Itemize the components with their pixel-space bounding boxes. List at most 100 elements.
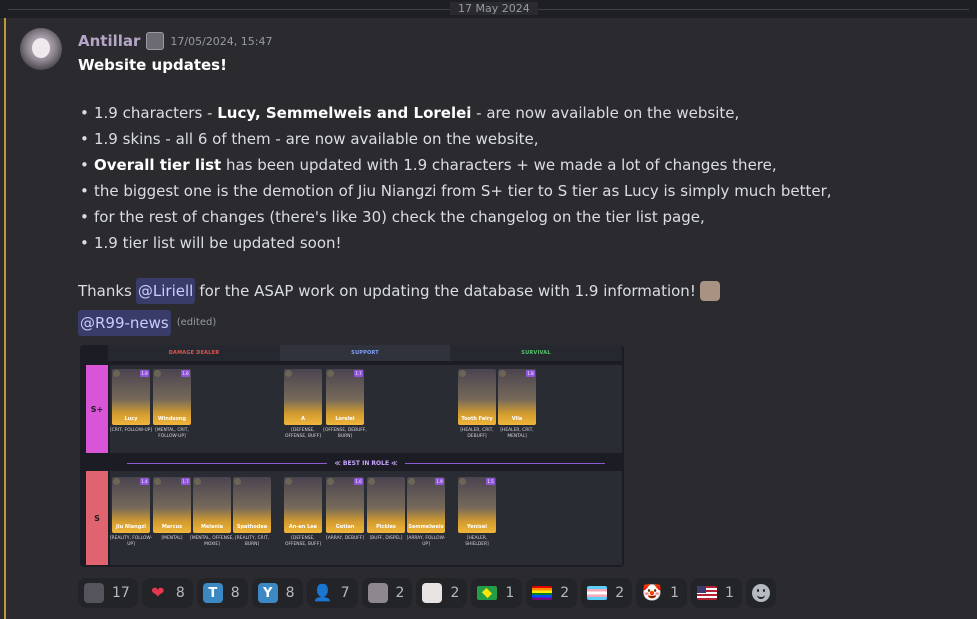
character-name: Tooth Fairy — [461, 416, 493, 422]
character-card: 1.8 Vila [HEALER, CRIT, MENTAL] — [498, 369, 538, 440]
type-icon — [459, 478, 466, 485]
reaction-count: 2 — [560, 585, 570, 601]
header-spacer — [80, 345, 108, 361]
character-card: 1.9 Semmelweis [ARRAY, FOLLOW-UP] — [407, 477, 447, 548]
character-portrait: 1.7 Marcus — [153, 477, 191, 533]
list-item: the biggest one is the demotion of Jiu N… — [78, 178, 958, 204]
reaction-button[interactable]: 2 — [361, 578, 413, 608]
avatar-face — [32, 38, 50, 58]
reaction-button[interactable]: 1 — [691, 578, 742, 608]
custom-emote-icon — [84, 583, 104, 603]
character-portrait: 1.6 Windsong — [153, 369, 191, 425]
bullet-text: the biggest one is the demotion of Jiu N… — [94, 182, 832, 200]
reaction-button[interactable]: 2 — [416, 578, 468, 608]
character-portrait: Pickles — [367, 477, 405, 533]
character-card: Pickles [BUFF, DISPEL] — [367, 477, 407, 542]
reaction-count: 17 — [112, 585, 130, 601]
character-portrait: 1.9 Lucy — [112, 369, 150, 425]
reaction-count: 2 — [395, 585, 405, 601]
type-icon — [154, 478, 161, 485]
user-mention[interactable]: @Liriell — [135, 278, 196, 304]
role-mention[interactable]: @R99-news — [78, 310, 171, 336]
bullet-bold-text: Overall tier list — [94, 156, 222, 174]
rainbow-flag-icon — [532, 586, 553, 600]
character-portrait: 1.7 Lorelei — [326, 369, 364, 425]
add-reaction-button[interactable] — [745, 578, 776, 608]
character-tags: [HEALER, CRIT, MENTAL] — [500, 428, 534, 439]
role-badge-icon[interactable] — [146, 32, 165, 50]
character-card: 1.6 Getian [ARRAY, DEBUFF] — [326, 477, 366, 542]
heart-icon: ❤ — [151, 583, 165, 602]
character-portrait: An-an Lee — [284, 477, 322, 533]
reaction-button[interactable]: 17 — [78, 578, 138, 608]
reaction-button[interactable]: 👤 7 — [306, 578, 358, 608]
reaction-count: 1 — [505, 585, 515, 601]
best-in-role-divider: ≪ BEST IN ROLE ≪ — [110, 457, 622, 469]
character-portrait: 1.8 Vila — [498, 369, 536, 425]
person-icon: 👤 — [312, 583, 333, 602]
divider-line-right — [405, 462, 606, 464]
thanks-line: Thanks @Liriell for the ASAP work on upd… — [78, 278, 958, 304]
type-icon — [499, 370, 506, 377]
edited-label: (edited) — [176, 317, 217, 328]
reaction-button[interactable]: ❤ 8 — [141, 578, 193, 608]
list-item: for the rest of changes (there's like 30… — [78, 204, 958, 230]
character-name: Vila — [511, 416, 523, 422]
bullet-bold-text: Lucy, Semmelweis and Lorelei — [217, 104, 472, 122]
version-badge: 1.5 — [486, 478, 495, 485]
update-list: 1.9 characters - Lucy, Semmelweis and Lo… — [78, 100, 958, 256]
reaction-button[interactable]: 🤡 1 — [636, 578, 688, 608]
author-username[interactable]: Antillar — [78, 32, 140, 50]
character-portrait: A — [284, 369, 322, 425]
reaction-button[interactable]: 2 — [581, 578, 633, 608]
character-tags: [BUFF, DISPEL] — [369, 536, 403, 541]
type-icon — [327, 370, 334, 377]
character-tags: [MENTAL] — [161, 536, 183, 541]
reaction-button[interactable]: T 8 — [196, 578, 248, 608]
list-item: 1.9 characters - Lucy, Semmelweis and Lo… — [78, 100, 958, 126]
type-icon — [113, 478, 120, 485]
character-tags: [REALITY, FOLLOW-UP] — [109, 536, 153, 547]
letter-t-icon: T — [202, 583, 223, 603]
tier-list-image[interactable]: DAMAGE DEALER SUPPORT SURVIVAL S+ ≪ BEST… — [80, 345, 624, 567]
character-tags: [HEALER, CRIT, DEBUFF] — [460, 428, 494, 439]
character-card: 1.7 Marcus [MENTAL] — [153, 477, 193, 542]
reaction-count: 8 — [175, 585, 185, 601]
reaction-count: 7 — [340, 585, 350, 601]
bullet-text-end: - are now available on the website, — [471, 104, 740, 122]
character-card: An-an Lee [DEFENSE, OFFENSE, BUFF] — [284, 477, 324, 548]
list-item: Overall tier list has been updated with … — [78, 152, 958, 178]
message-timestamp[interactable]: 17/05/2024, 15:47 — [170, 35, 272, 48]
type-icon — [234, 478, 241, 485]
channel-mention-line: @R99-news (edited) — [78, 310, 958, 336]
character-tags: [HEALER, SHIELDER] — [465, 536, 489, 547]
column-survival: SURVIVAL — [450, 345, 622, 361]
reaction-button[interactable]: 2 — [526, 578, 578, 608]
reaction-count: 2 — [615, 585, 625, 601]
character-portrait: Spathodea — [233, 477, 271, 533]
character-card: Melania [MENTAL, OFFENSE, MOXIE] — [190, 477, 234, 548]
character-name: Pickles — [376, 524, 396, 530]
character-tags: [CRIT, FOLLOW-UP] — [109, 428, 153, 433]
author-avatar[interactable] — [20, 28, 62, 70]
character-name: Lucy — [124, 416, 138, 422]
brazil-flag-icon — [477, 586, 498, 600]
character-portrait: 1.6 Getian — [326, 477, 364, 533]
reaction-button[interactable]: 1 — [471, 578, 523, 608]
reaction-button[interactable]: Y 8 — [251, 578, 303, 608]
reaction-count: 1 — [725, 585, 734, 601]
version-badge: 1.4 — [140, 478, 149, 485]
custom-emoji-icon[interactable] — [699, 281, 720, 301]
version-badge: 1.7 — [181, 478, 190, 485]
best-in-role-label: ≪ BEST IN ROLE ≪ — [334, 459, 398, 467]
message-header: Antillar 17/05/2024, 15:47 — [78, 32, 273, 50]
character-name: Windsong — [158, 416, 186, 422]
version-badge: 1.8 — [526, 370, 535, 377]
reaction-bar: 17 ❤ 8 T 8 Y 8 👤 7 2 2 1 2 2 🤡 1 1 — [78, 578, 776, 608]
character-tags: [REALITY, CRIT, BURN] — [235, 536, 269, 547]
list-item: 1.9 tier list will be updated soon! — [78, 230, 958, 256]
character-portrait: Tooth Fairy — [458, 369, 496, 425]
character-card: A [DEFENSE, OFFENSE, BUFF] — [284, 369, 324, 440]
character-name: Jiu Niangzi — [116, 524, 146, 530]
column-damage-dealer: DAMAGE DEALER — [108, 345, 280, 361]
